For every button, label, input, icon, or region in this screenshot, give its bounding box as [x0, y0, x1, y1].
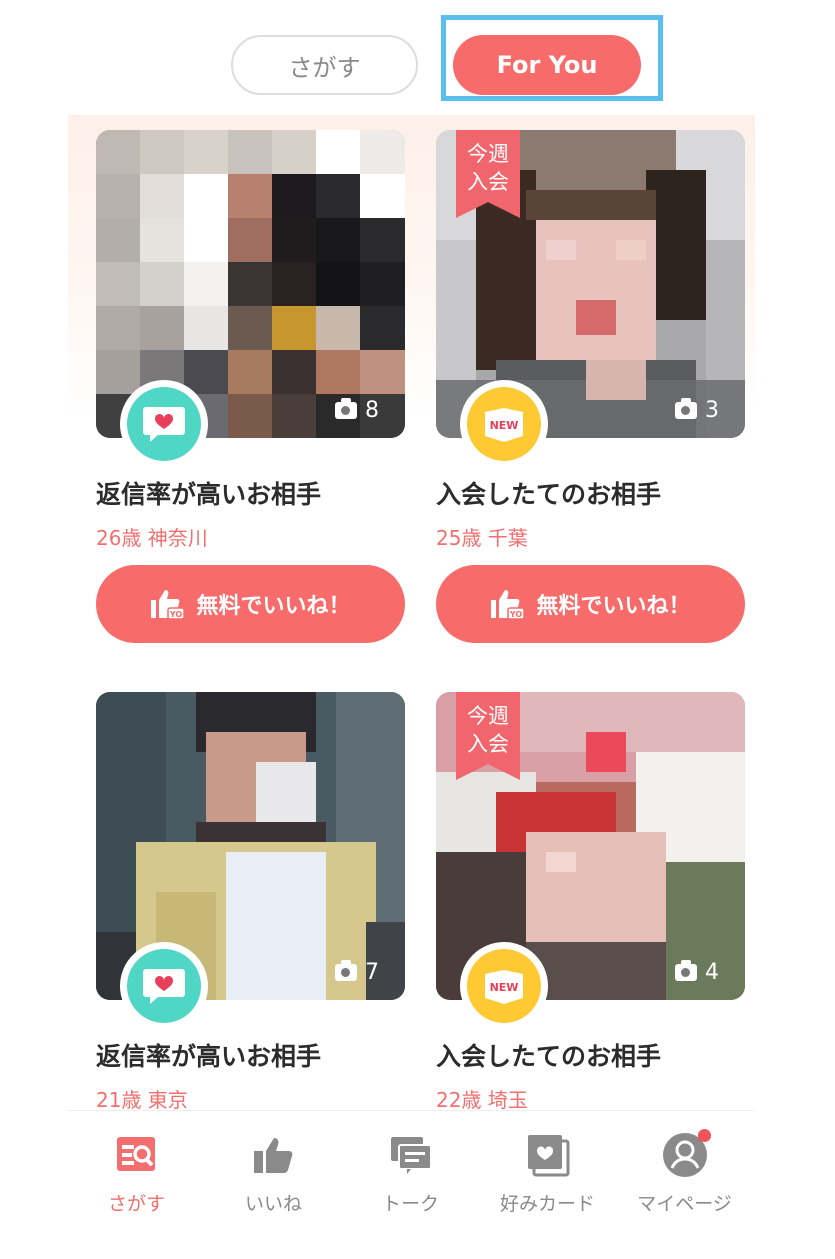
nav-label: トーク	[381, 1193, 439, 1215]
card-title: 入会したてのお相手	[436, 1042, 662, 1071]
nav-label: 好みカード	[499, 1193, 595, 1215]
photo-count-value: 4	[705, 960, 719, 985]
reply-heart-icon	[143, 407, 185, 442]
nav-mypage[interactable]: マイページ	[616, 1111, 753, 1221]
age-location: 22歳 埼玉	[436, 1088, 528, 1112]
bottom-navigation: さがす いいね トーク 好みカード マイページ	[68, 1110, 755, 1259]
age-location: 26歳 神奈川	[96, 526, 208, 550]
free-like-label: 無料でいいね！	[536, 594, 691, 619]
chat-icon	[387, 1131, 435, 1179]
camera-icon	[675, 398, 697, 419]
card-heart-icon	[524, 1131, 572, 1179]
nav-sagasu[interactable]: さがす	[68, 1111, 205, 1221]
tab-sagasu[interactable]: さがす	[231, 35, 418, 95]
nav-label: いいね	[244, 1193, 302, 1215]
svg-text:YO: YO	[509, 610, 523, 619]
new-badge-text: NEW	[490, 981, 519, 994]
ribbon-line-1: 今週	[467, 704, 509, 728]
ribbon-line-2: 入会	[467, 170, 509, 194]
camera-icon	[675, 960, 697, 981]
photo-count-value: 3	[705, 398, 719, 423]
camera-icon	[335, 960, 357, 981]
photo-count: 7	[335, 960, 379, 985]
notification-dot	[697, 1129, 711, 1142]
new-member-badge: NEW	[460, 380, 548, 468]
card-title: 入会したてのお相手	[436, 480, 662, 509]
new-icon: NEW	[485, 970, 523, 1004]
photo-count-value: 8	[365, 398, 379, 423]
tab-sagasu-label: さがす	[288, 53, 361, 82]
search-cards-icon	[113, 1131, 161, 1179]
nav-favorite-cards[interactable]: 好みカード	[479, 1111, 616, 1221]
camera-icon	[335, 398, 357, 419]
free-like-button[interactable]: YO 無料でいいね！	[436, 565, 745, 643]
ribbon-line-1: 今週	[467, 142, 509, 166]
photo-count: 3	[675, 398, 719, 423]
new-icon: NEW	[485, 408, 523, 442]
new-badge-text: NEW	[490, 419, 519, 432]
ribbon-line-2: 入会	[467, 732, 509, 756]
new-member-badge: NEW	[460, 942, 548, 1030]
age-location: 21歳 東京	[96, 1088, 188, 1112]
card-title: 返信率が高いお相手	[96, 1042, 322, 1071]
for-you-screen: さがす For You 8 返信率が高いお相手 26歳 神奈川 YO 無料でいい…	[68, 0, 755, 1259]
photo-count-value: 7	[365, 960, 379, 985]
free-like-label: 無料でいいね！	[196, 594, 351, 619]
card-title: 返信率が高いお相手	[96, 480, 322, 509]
photo-count: 4	[675, 960, 719, 985]
user-icon	[661, 1129, 711, 1179]
age-location: 25歳 千葉	[436, 526, 528, 550]
nav-label: さがす	[107, 1193, 165, 1215]
reply-heart-icon	[143, 969, 185, 1004]
focus-highlight	[441, 15, 663, 101]
thumbs-up-icon	[250, 1131, 298, 1179]
like-yo-icon: YO	[151, 590, 186, 620]
photo-count: 8	[335, 398, 379, 423]
nav-talk[interactable]: トーク	[342, 1111, 479, 1221]
nav-label: マイページ	[637, 1193, 732, 1215]
like-yo-icon: YO	[491, 590, 526, 620]
nav-iine[interactable]: いいね	[205, 1111, 342, 1221]
free-like-button[interactable]: YO 無料でいいね！	[96, 565, 405, 643]
reply-rate-badge	[120, 380, 208, 468]
svg-text:YO: YO	[169, 610, 183, 619]
reply-rate-badge	[120, 942, 208, 1030]
